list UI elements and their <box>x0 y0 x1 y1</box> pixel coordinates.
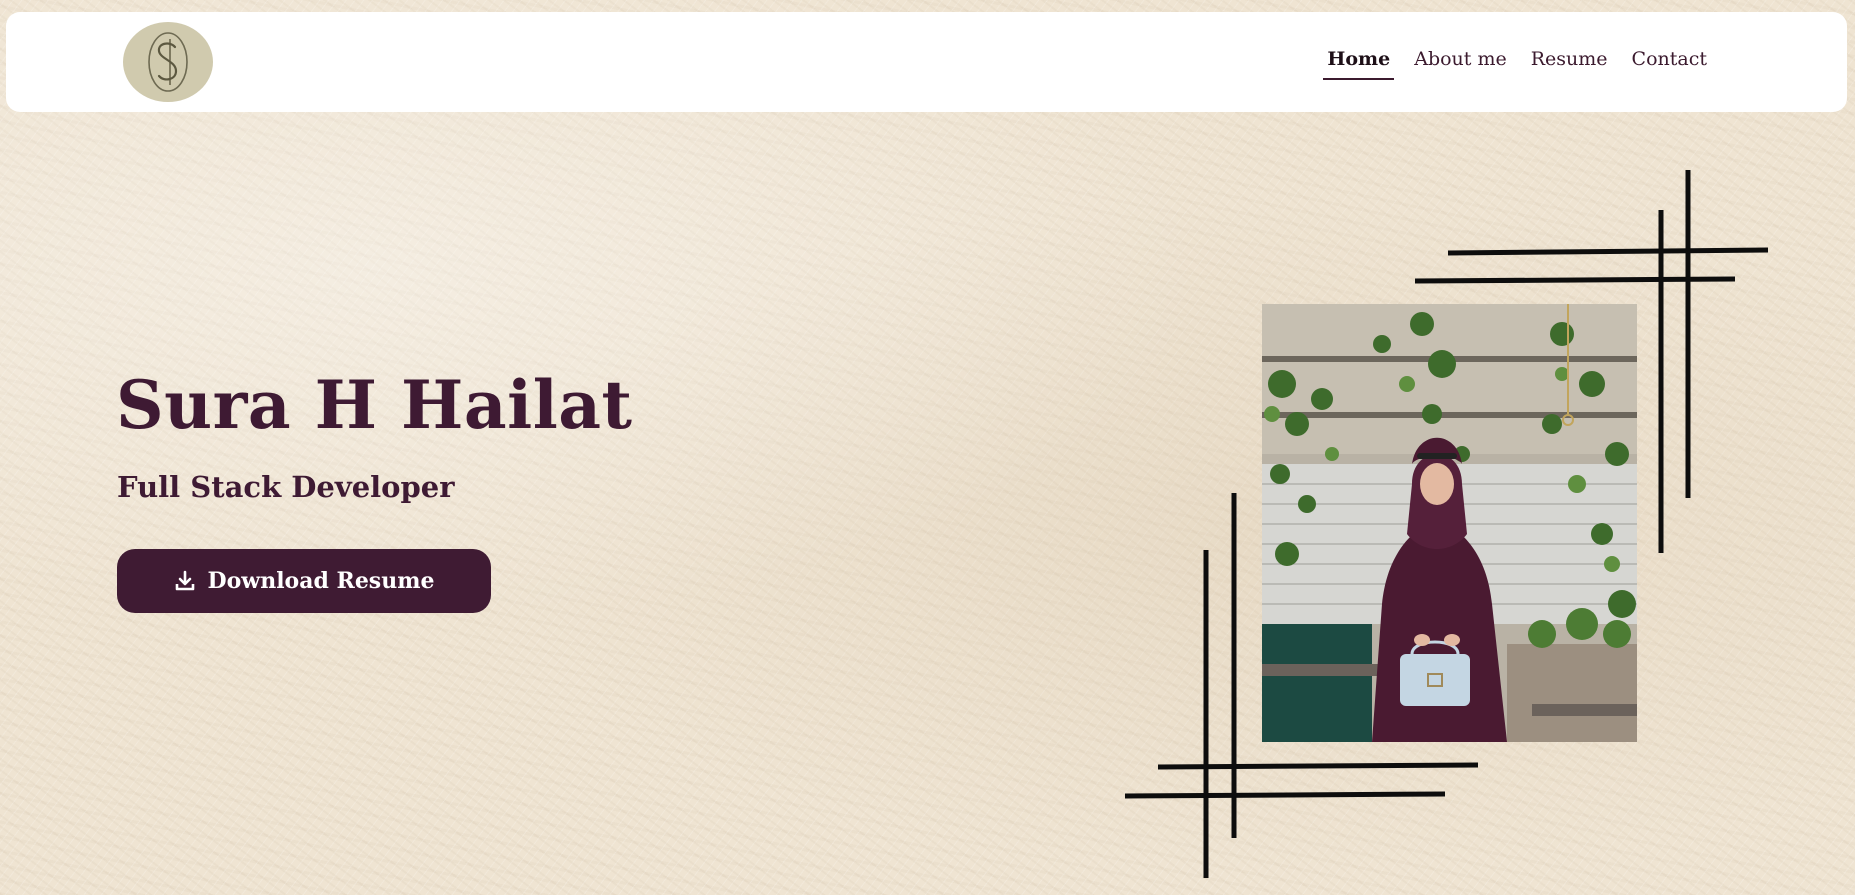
nav-about-me[interactable]: About me <box>1412 48 1509 80</box>
hero-role: Full Stack Developer <box>117 470 455 504</box>
site-header: Home About me Resume Contact <box>6 12 1847 112</box>
profile-photo <box>1262 304 1637 742</box>
main-nav: Home About me Resume Contact <box>1323 48 1709 80</box>
hero-name: Sura H Hailat <box>116 366 633 444</box>
download-resume-button[interactable]: Download Resume <box>117 549 491 613</box>
download-icon <box>175 570 194 591</box>
download-resume-label: Download Resume <box>207 568 435 594</box>
logo[interactable] <box>123 22 213 102</box>
nav-contact[interactable]: Contact <box>1630 48 1709 80</box>
nav-home[interactable]: Home <box>1323 48 1395 80</box>
monogram-s-icon <box>148 32 188 92</box>
nav-resume[interactable]: Resume <box>1529 48 1610 80</box>
